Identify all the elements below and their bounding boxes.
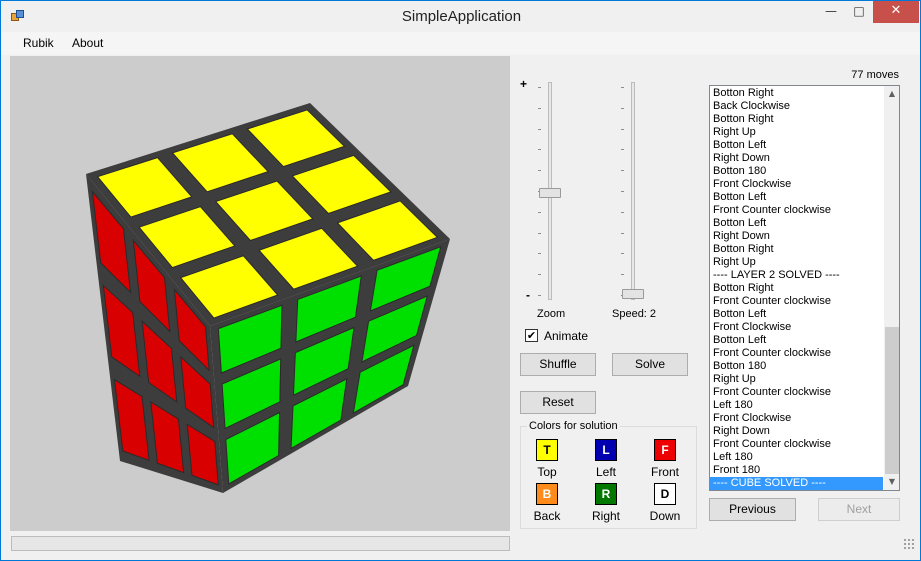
animate-checkbox[interactable]: ✔ (525, 329, 538, 342)
color-swatch-top[interactable]: T (536, 439, 558, 461)
list-item[interactable]: Botton Left (710, 191, 883, 204)
list-item[interactable]: Front Clockwise (710, 321, 883, 334)
list-item[interactable]: ---- CUBE SOLVED ---- (710, 477, 883, 490)
menu-rubik[interactable]: Rubik (23, 36, 54, 50)
list-item[interactable]: Right Up (710, 256, 883, 269)
slider-tick (621, 211, 624, 213)
cube-3d-viewport[interactable] (10, 56, 510, 531)
moves-listbox[interactable]: Botton Right Back Clockwise Botton Right Ri… (709, 85, 900, 491)
maximize-button[interactable]: □ (847, 1, 871, 23)
list-item[interactable]: Botton 180 (710, 360, 883, 373)
menu-bar: Rubik About (1, 32, 920, 55)
slider-tick (538, 87, 541, 88)
list-item[interactable]: Botton Left (710, 139, 883, 152)
app-window: SimpleApplication — □ ✕ Rubik About + - … (0, 0, 921, 561)
color-swatch-right[interactable]: R (595, 483, 617, 505)
previous-button[interactable]: Previous (709, 498, 796, 521)
zoom-slider-thumb[interactable] (539, 188, 561, 198)
slider-tick (538, 274, 541, 276)
list-item[interactable]: Front Clockwise (710, 178, 883, 191)
color-label-front: Front (650, 465, 679, 479)
list-item[interactable]: Back Clockwise (710, 100, 883, 113)
list-item[interactable]: Botton Left (710, 217, 883, 230)
list-item[interactable]: Botton Left (710, 308, 883, 321)
animate-label[interactable]: Animate (544, 329, 588, 343)
color-label-right: Right (591, 509, 620, 523)
slider-tick (538, 149, 541, 151)
color-swatch-front[interactable]: F (654, 439, 676, 461)
slider-tick (621, 87, 624, 88)
reset-button[interactable]: Reset (520, 391, 596, 414)
color-label-down: Down (649, 509, 681, 523)
slider-tick (538, 295, 541, 296)
slider-tick (621, 253, 624, 255)
window-title: SimpleApplication (401, 8, 522, 25)
slider-tick (621, 232, 624, 234)
slider-tick (538, 107, 541, 109)
moves-count: 77 moves (851, 69, 899, 81)
resize-grip-icon[interactable] (903, 538, 915, 550)
list-item[interactable]: Botton Right (710, 87, 883, 100)
scroll-up-icon[interactable]: ▲ (884, 86, 899, 102)
rubik-cube[interactable] (10, 56, 510, 531)
title-bar: SimpleApplication — □ ✕ (1, 1, 920, 32)
slider-tick (621, 170, 624, 172)
list-item[interactable]: Left 180 (710, 451, 883, 464)
scroll-down-icon[interactable]: ▼ (884, 474, 899, 490)
colors-group-title: Colors for solution (527, 420, 620, 432)
slider-tick (621, 149, 624, 151)
color-label-back: Back (533, 509, 561, 523)
list-item[interactable]: Botton Right (710, 282, 883, 295)
slider-tick (621, 191, 624, 192)
color-swatch-down[interactable]: D (654, 483, 676, 505)
speed-slider-track[interactable] (631, 82, 635, 300)
close-button[interactable]: ✕ (873, 1, 919, 23)
next-button[interactable]: Next (818, 498, 900, 521)
slider-tick (538, 253, 541, 255)
list-item[interactable]: Front 180 (710, 464, 883, 477)
list-item[interactable]: ---- LAYER 2 SOLVED ---- (710, 269, 883, 282)
list-item[interactable]: Front Counter clockwise (710, 438, 883, 451)
list-item[interactable]: Right Up (710, 126, 883, 139)
list-item[interactable]: Botton Right (710, 113, 883, 126)
speed-label: Speed: 2 (612, 308, 657, 320)
zoom-plus-label: + (520, 77, 528, 91)
list-item[interactable]: Botton Right (710, 243, 883, 256)
slider-tick (538, 128, 541, 130)
progress-bar (11, 536, 510, 551)
listbox-scrollbar[interactable]: ▲ ▼ (884, 86, 899, 490)
list-item[interactable]: Right Down (710, 230, 883, 243)
speed-slider-thumb[interactable] (622, 289, 644, 299)
list-item[interactable]: Front Counter clockwise (710, 295, 883, 308)
slider-tick (538, 211, 541, 213)
zoom-label: Zoom (537, 308, 566, 320)
list-item[interactable]: Right Down (710, 152, 883, 165)
zoom-minus-label: - (526, 288, 530, 302)
solve-button[interactable]: Solve (612, 353, 688, 376)
list-item[interactable]: Botton 180 (710, 165, 883, 178)
menu-about[interactable]: About (72, 36, 103, 50)
list-item[interactable]: Right Up (710, 373, 883, 386)
list-item[interactable]: Left 180 (710, 399, 883, 412)
slider-tick (621, 274, 624, 276)
slider-tick (621, 128, 624, 130)
color-swatch-left[interactable]: L (595, 439, 617, 461)
scrollbar-thumb[interactable] (885, 327, 899, 474)
slider-tick (538, 232, 541, 234)
list-item[interactable]: Front Counter clockwise (710, 386, 883, 399)
list-item[interactable]: Front Clockwise (710, 412, 883, 425)
color-swatch-back[interactable]: B (536, 483, 558, 505)
list-item[interactable]: Right Down (710, 425, 883, 438)
list-item[interactable]: Front Counter clockwise (710, 204, 883, 217)
color-label-left: Left (595, 465, 616, 479)
minimize-button[interactable]: — (819, 1, 843, 23)
shuffle-button[interactable]: Shuffle (520, 353, 596, 376)
list-item[interactable]: Botton Left (710, 334, 883, 347)
list-item[interactable]: Front Counter clockwise (710, 347, 883, 360)
status-bar (1, 533, 920, 560)
color-label-top: Top (537, 465, 557, 479)
slider-tick (538, 170, 541, 172)
slider-tick (621, 107, 624, 109)
